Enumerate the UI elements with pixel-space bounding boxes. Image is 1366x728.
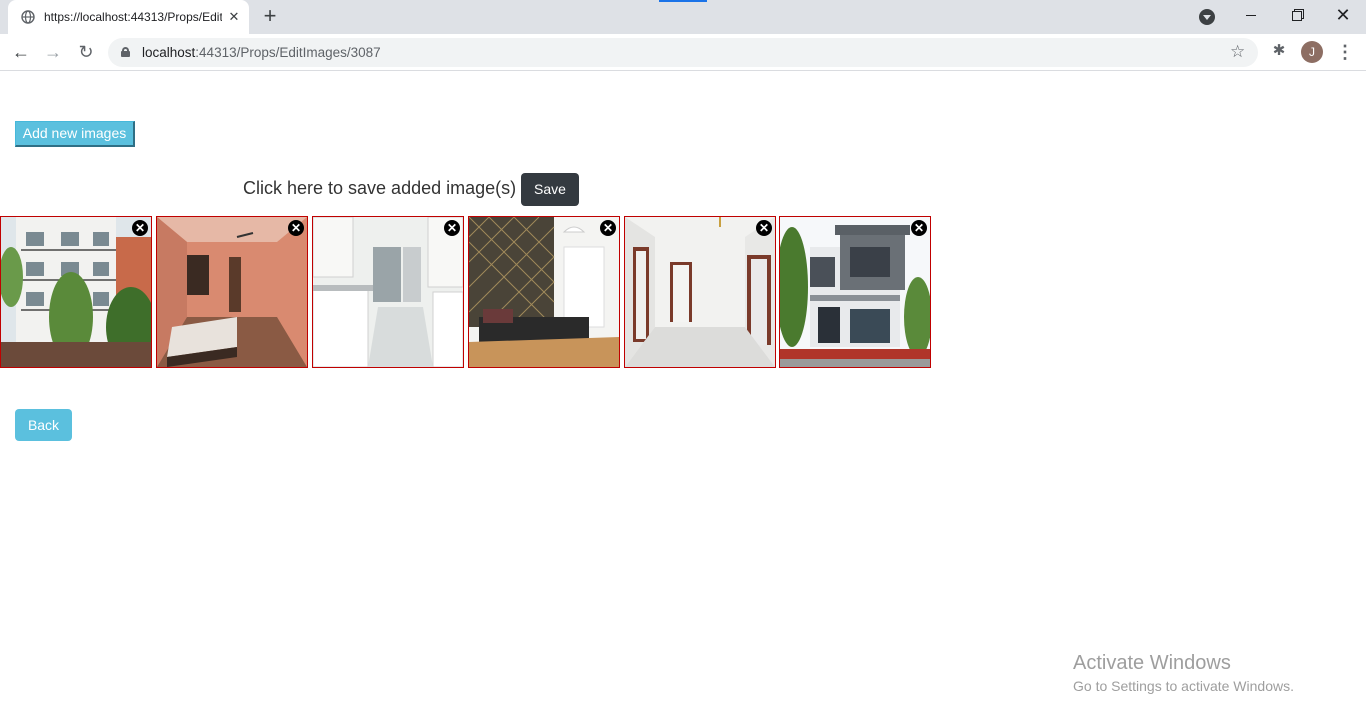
modern-house-image <box>780 217 930 367</box>
watermark-title: Activate Windows <box>1073 652 1231 674</box>
window-close-button[interactable]: ✕ <box>1320 0 1366 32</box>
image-thumbnail[interactable]: ✕ <box>156 216 308 368</box>
save-prompt-text: Click here to save added image(s) <box>243 178 517 198</box>
window-restore-button[interactable] <box>1274 0 1320 32</box>
tab-close-icon[interactable]: ✕ <box>227 10 241 24</box>
remove-image-icon[interactable]: ✕ <box>600 220 616 236</box>
profile-avatar[interactable]: J <box>1301 41 1323 63</box>
remove-image-icon[interactable]: ✕ <box>288 220 304 236</box>
save-button[interactable]: Save <box>521 173 579 206</box>
window-minimize-button[interactable] <box>1228 0 1274 32</box>
browser-tab[interactable]: https://localhost:44313/Props/EditImages… <box>8 0 249 34</box>
empty-room-image <box>625 217 775 367</box>
windows-activation-watermark: Activate Windows Go to Settings to activ… <box>1073 652 1294 697</box>
bookmark-star-icon[interactable]: ☆ <box>1230 41 1245 63</box>
forward-arrow-icon[interactable]: → <box>41 40 65 64</box>
image-thumbnail[interactable]: ✕ <box>0 216 152 368</box>
image-thumbnail[interactable]: ✕ <box>468 216 620 368</box>
tab-title: https://localhost:44313/Props/EditImages… <box>44 10 222 24</box>
url-path: :44313/Props/EditImages/3087 <box>195 45 381 60</box>
lock-icon[interactable] <box>121 47 130 57</box>
address-url[interactable]: localhost:44313/Props/EditImages/3087 <box>142 45 381 60</box>
bedroom-wallpaper-image <box>469 217 619 367</box>
remove-image-icon[interactable]: ✕ <box>911 220 927 236</box>
image-thumbnail[interactable]: ✕ <box>779 216 931 368</box>
bedroom-peach-image <box>157 217 307 367</box>
page-content: Add new images Click here to save added … <box>0 72 1366 728</box>
back-arrow-icon[interactable]: ← <box>9 40 33 64</box>
image-thumbnail[interactable]: ✕ <box>312 216 464 368</box>
browser-menu-icon[interactable]: ⋮ <box>1336 42 1354 62</box>
apartment-building-image <box>1 217 151 367</box>
reload-icon[interactable]: ↻ <box>74 40 98 64</box>
remove-image-icon[interactable]: ✕ <box>132 220 148 236</box>
tab-search-icon[interactable] <box>1199 9 1215 25</box>
watermark-subtitle: Go to Settings to activate Windows. <box>1073 678 1294 694</box>
remove-image-icon[interactable]: ✕ <box>444 220 460 236</box>
extensions-puzzle-icon[interactable]: ✱ <box>1270 42 1288 60</box>
address-bar[interactable]: localhost:44313/Props/EditImages/3087 ☆ <box>108 38 1258 67</box>
image-thumbnail[interactable]: ✕ <box>624 216 776 368</box>
new-tab-icon[interactable]: + <box>259 5 281 28</box>
url-host: localhost <box>142 45 196 60</box>
browser-toolbar: ← → ↻ localhost:44313/Props/EditImages/3… <box>0 34 1366 71</box>
remove-image-icon[interactable]: ✕ <box>756 220 772 236</box>
add-new-images-button[interactable]: Add new images <box>15 121 135 147</box>
globe-icon <box>21 10 35 24</box>
tab-accent-bar <box>659 0 707 2</box>
browser-tab-strip: https://localhost:44313/Props/EditImages… <box>0 0 1366 34</box>
back-button[interactable]: Back <box>15 409 72 441</box>
white-kitchen-image <box>313 217 463 367</box>
